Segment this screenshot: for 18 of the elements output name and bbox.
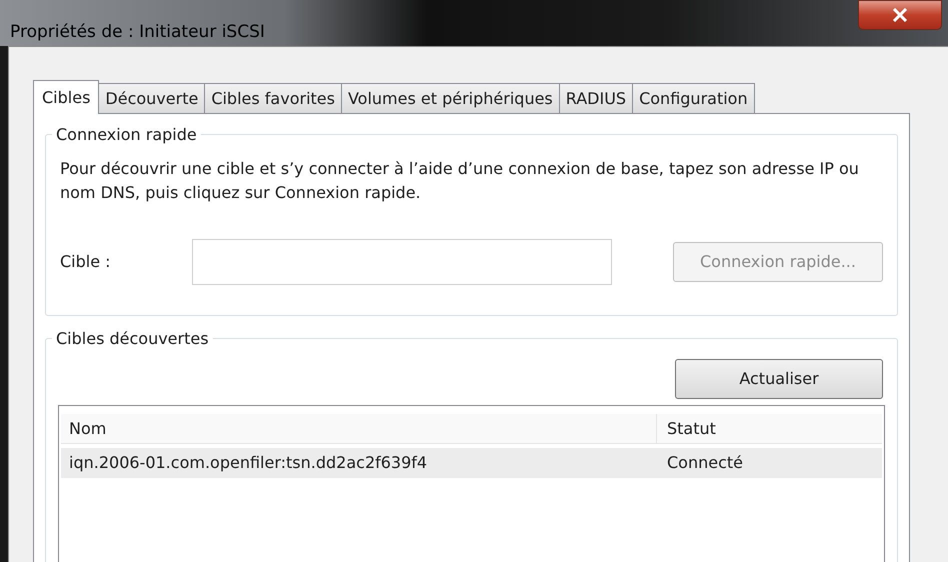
table-cell-text: Connecté (666, 452, 743, 474)
table-cell-text: iqn.2006-01.com.openfiler:tsn.dd2ac2f639f4 (68, 452, 428, 474)
description-text: Pour découvrir une cible et s’y connecter à l’aide d’une connexion de base, tapez son adresse IP ou nom DNS, puis cliquez sur Connexion rapide. (60, 158, 860, 204)
close-icon (892, 8, 908, 22)
window-title: Propriétés de : Initiateur iSCSI (10, 24, 265, 41)
refresh-button[interactable]: Actualiser (675, 359, 883, 399)
tab[interactable]: RADIUS (560, 83, 634, 113)
column-header[interactable]: Nom (61, 414, 657, 443)
tab[interactable]: Configuration (633, 83, 755, 113)
target-label: Cible : (60, 251, 112, 273)
tab[interactable]: Cibles favorites (205, 83, 342, 113)
tab[interactable]: Cibles (33, 80, 100, 114)
tab[interactable]: Volumes et périphériques (342, 83, 560, 113)
tab[interactable]: Découverte (99, 83, 206, 113)
target-field[interactable] (192, 239, 612, 285)
list-row[interactable]: iqn.2006-01.com.openfiler:tsn.dd2ac2f639f4 Connecté (61, 448, 882, 478)
close-button[interactable] (858, 0, 942, 30)
column-header[interactable]: Statut (657, 414, 716, 443)
